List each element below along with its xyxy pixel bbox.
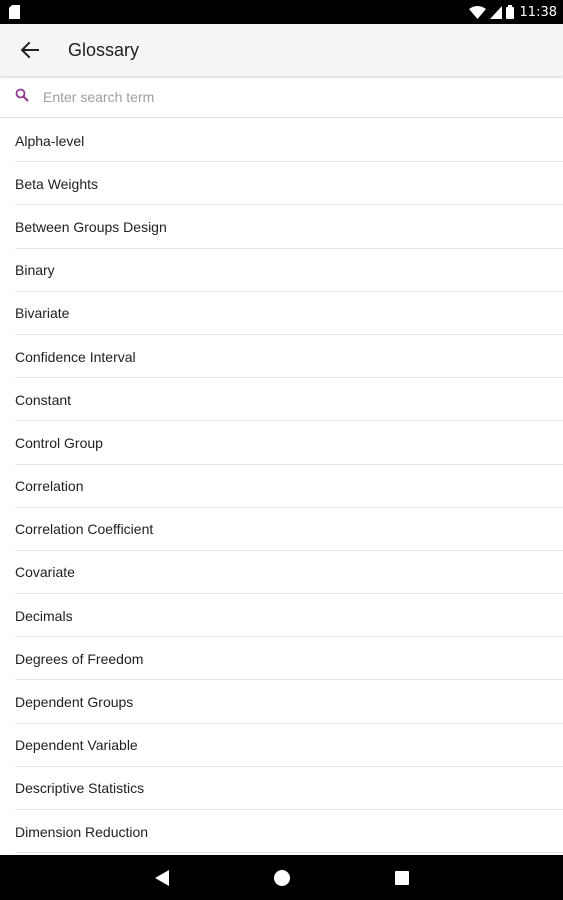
list-item[interactable]: Correlation [0,465,563,508]
cell-signal-icon [489,5,502,19]
search-input[interactable] [43,85,543,109]
nav-home-button[interactable] [262,863,302,893]
list-item[interactable]: Covariate [0,551,563,595]
list-item[interactable]: Constant [0,378,563,422]
list-item[interactable]: Correlation Coefficient [0,508,563,552]
page-title: Glossary [68,40,140,60]
app-bar: Glossary [0,24,563,76]
search-icon [15,88,29,102]
list-item[interactable]: Dependent Variable [0,724,563,768]
wifi-icon [468,5,486,19]
list-item[interactable]: Beta Weights [0,162,563,206]
list-item[interactable]: Bivariate [0,292,563,336]
clock: 11:38 [519,4,557,20]
list-item[interactable]: Descriptive Statistics [0,767,563,811]
list-item[interactable]: Dependent Groups [0,680,563,724]
sim-card-icon [9,5,20,19]
list-item[interactable]: Alpha-level [0,119,563,163]
search-bar [0,77,563,118]
list-item[interactable]: Control Group [0,421,563,465]
list-item[interactable]: Decimals [0,594,563,638]
nav-recents-button[interactable] [382,863,422,893]
arrow-back-icon [21,41,39,59]
system-nav-bar [0,855,563,900]
list-item[interactable]: Confidence Interval [0,335,563,379]
recents-square-icon [395,871,409,885]
status-bar: 11:38 [0,0,563,24]
list-item[interactable]: Dimension Reduction [0,810,563,854]
battery-icon [505,5,514,19]
back-triangle-icon [155,870,169,886]
glossary-list: Alpha-level Beta Weights Between Groups … [0,119,563,855]
list-item[interactable]: Between Groups Design [0,205,563,249]
status-icons: 11:38 [468,0,557,24]
list-item[interactable]: Binary [0,249,563,292]
back-button[interactable] [14,34,46,66]
nav-back-button[interactable] [142,863,182,893]
list-item[interactable]: Degrees of Freedom [0,637,563,681]
home-circle-icon [274,870,290,886]
